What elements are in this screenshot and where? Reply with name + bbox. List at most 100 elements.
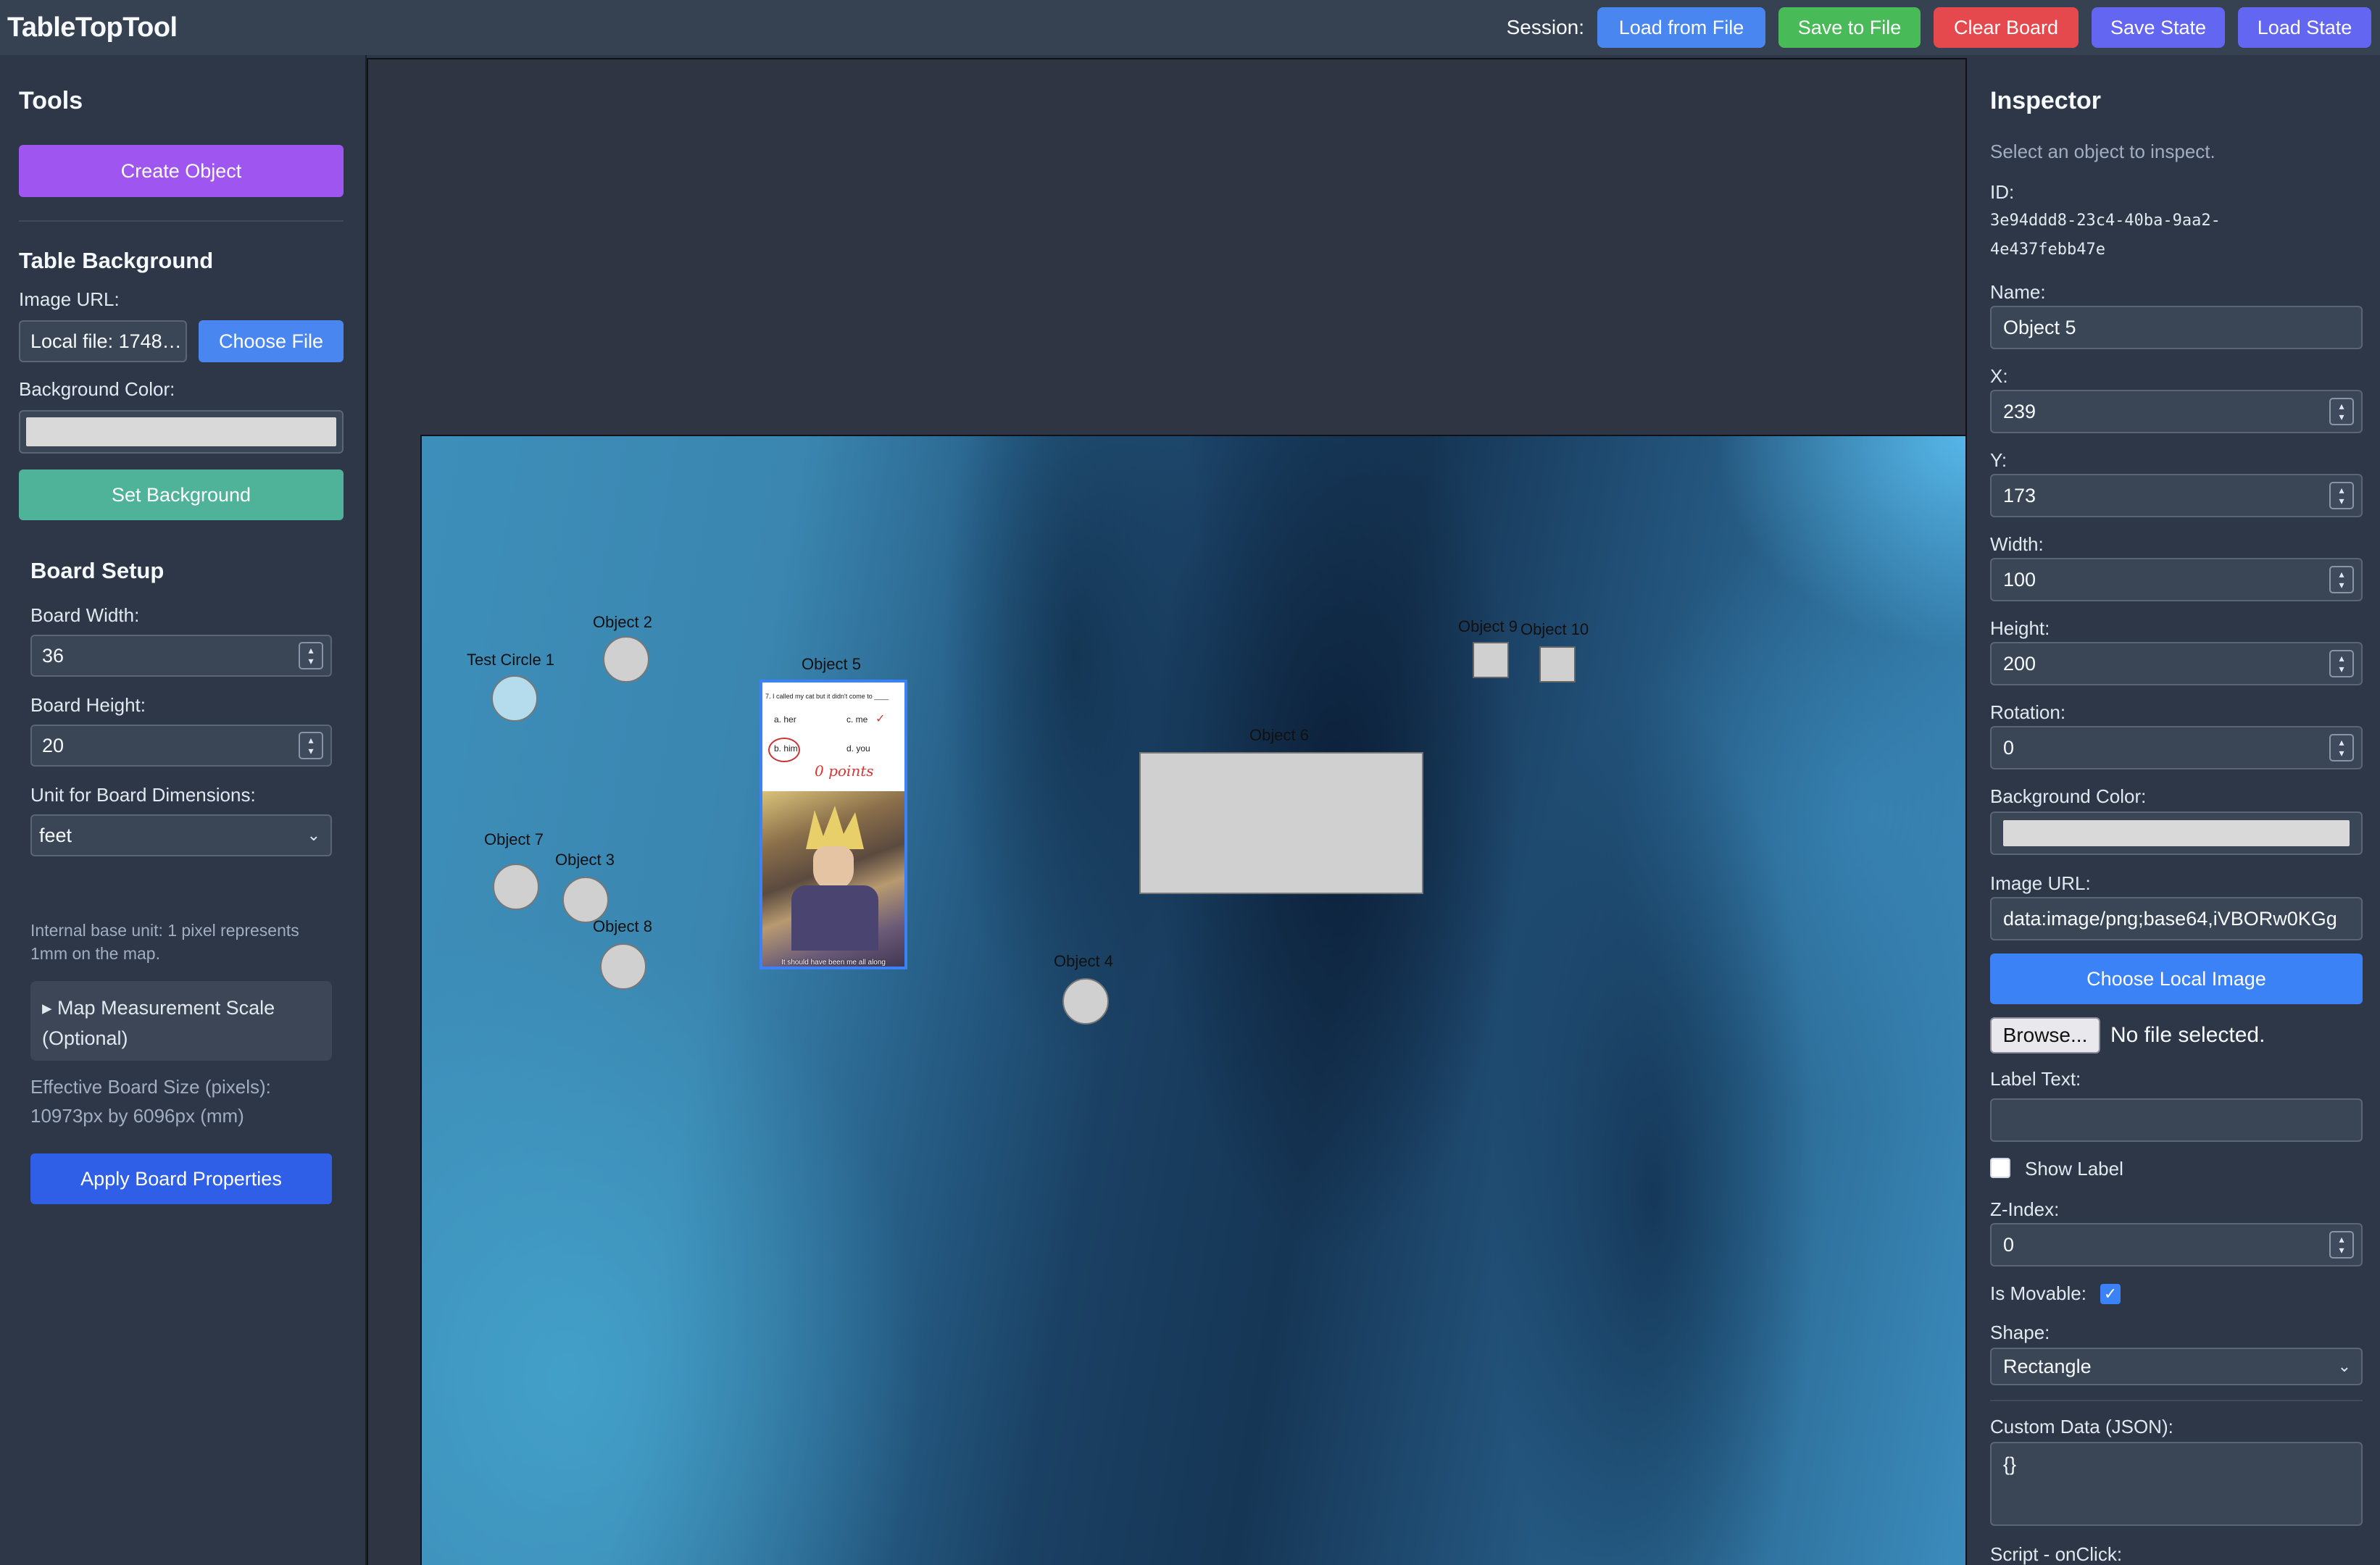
object-label: Object 10 — [1520, 620, 1589, 638]
session-controls: Session: Load from File Save to File Cle… — [1507, 7, 2371, 48]
rotation-input[interactable]: 0 ▴ ▾ — [1990, 726, 2363, 769]
object-label: Test Circle 1 — [467, 651, 555, 669]
map-measurement-scale-toggle[interactable]: ▸ Map Measurement Scale (Optional) — [30, 981, 332, 1061]
z-index-label: Z-Index: — [1990, 1198, 2060, 1220]
create-object-button[interactable]: Create Object — [19, 145, 344, 197]
load-from-file-button[interactable]: Load from File — [1597, 7, 1765, 48]
background-image-url-input[interactable]: Local file: 1748… — [19, 320, 187, 362]
width-input[interactable]: 100 ▴ ▾ — [1990, 558, 2363, 601]
board-height-value: 20 — [42, 734, 65, 756]
object-4[interactable] — [1062, 978, 1109, 1024]
tools-sidebar: Tools Create Object Table Background Ima… — [0, 55, 367, 1565]
object-bg-color-input[interactable] — [1990, 811, 2363, 855]
is-movable-label: Is Movable: — [1990, 1282, 2086, 1304]
object-3[interactable] — [562, 877, 609, 923]
board-height-input[interactable]: 20 ▴ ▾ — [30, 725, 332, 767]
apply-board-properties-button[interactable]: Apply Board Properties — [30, 1153, 332, 1204]
x-input[interactable]: 239 ▴ ▾ — [1990, 390, 2363, 433]
id-value-line-2: 4e437febb47e — [1990, 241, 2105, 259]
object-label: Object 6 — [1249, 726, 1309, 744]
z-index-input[interactable]: 0 ▴ ▾ — [1990, 1223, 2363, 1266]
object-8[interactable] — [600, 943, 646, 990]
object-image-url-input[interactable]: data:image/png;base64,iVBORw0KGg — [1990, 897, 2363, 940]
object-6[interactable] — [1139, 752, 1423, 894]
table-background-heading: Table Background — [19, 248, 214, 273]
object-label: Object 9 — [1458, 617, 1518, 635]
rotation-value: 0 — [2003, 736, 2015, 759]
quiz-option-d: d. you — [846, 743, 870, 754]
browse-button[interactable]: Browse... — [1990, 1017, 2100, 1053]
name-input[interactable]: Object 5 — [1990, 306, 2363, 349]
quiz-option-c: c. me — [846, 714, 868, 725]
anime-character-image: It should have been me all along — [762, 791, 904, 967]
save-to-file-button[interactable]: Save to File — [1778, 7, 1921, 48]
show-label-text: Show Label — [2025, 1158, 2123, 1180]
check-mark-icon: ✓ — [875, 713, 886, 725]
board-viewport[interactable]: Test Circle 1 Object 2 Object 7 Object 3… — [367, 58, 1967, 1565]
shape-select[interactable]: Rectangle ⌄ — [1990, 1348, 2363, 1385]
section-divider — [1990, 1400, 2363, 1401]
label-text-label: Label Text: — [1990, 1068, 2081, 1090]
object-5[interactable]: 7. I called my cat but it didn't come to… — [760, 680, 907, 969]
base-unit-note: Internal base unit: 1 pixel represents 1… — [30, 921, 299, 963]
background-color-input[interactable] — [19, 410, 344, 454]
image-caption: It should have been me all along — [781, 959, 886, 967]
label-text-input[interactable] — [1990, 1098, 2363, 1142]
object-bg-color-swatch — [2003, 820, 2350, 846]
height-label: Height: — [1990, 617, 2050, 639]
y-stepper[interactable]: ▴ ▾ — [2329, 482, 2354, 509]
width-stepper[interactable]: ▴ ▾ — [2329, 566, 2354, 593]
width-value: 100 — [2003, 568, 2036, 590]
board-width-stepper[interactable]: ▴ ▾ — [299, 642, 323, 669]
background-color-swatch — [26, 417, 336, 446]
y-input[interactable]: 173 ▴ ▾ — [1990, 474, 2363, 517]
clear-board-button[interactable]: Clear Board — [1934, 7, 2079, 48]
unit-select-value: feet — [39, 824, 72, 846]
load-state-button[interactable]: Load State — [2238, 7, 2371, 48]
object-label: Object 4 — [1054, 952, 1113, 970]
choose-file-button[interactable]: Choose File — [199, 320, 344, 362]
y-label: Y: — [1990, 449, 2007, 471]
quiz-option-a: a. her — [774, 714, 796, 725]
object-label: Object 8 — [593, 917, 652, 935]
game-board[interactable]: Test Circle 1 Object 2 Object 7 Object 3… — [420, 435, 1967, 1565]
chevron-down-icon: ⌄ — [307, 826, 320, 844]
id-label: ID: — [1990, 181, 2015, 203]
board-height-stepper[interactable]: ▴ ▾ — [299, 732, 323, 759]
object-label: Object 7 — [484, 830, 544, 848]
inspector-panel: Inspector Select an object to inspect. I… — [1967, 55, 2380, 1565]
object-2[interactable] — [603, 636, 649, 683]
test-circle-1[interactable] — [491, 675, 538, 722]
show-label-checkbox[interactable] — [1990, 1158, 2010, 1178]
save-state-button[interactable]: Save State — [2092, 7, 2225, 48]
unit-select[interactable]: feet ⌄ — [30, 814, 332, 856]
app-header: TableTopTool Session: Load from File Sav… — [0, 0, 2380, 55]
script-onclick-label: Script - onClick: — [1990, 1543, 2123, 1565]
object-label: Object 2 — [593, 613, 652, 631]
height-value: 200 — [2003, 652, 2036, 675]
shape-label: Shape: — [1990, 1322, 2050, 1343]
object-10[interactable] — [1539, 646, 1576, 683]
board-setup-heading: Board Setup — [30, 558, 165, 583]
object-image-url-label: Image URL: — [1990, 872, 2091, 894]
tools-heading: Tools — [19, 87, 83, 114]
is-movable-checkbox[interactable]: ✓ — [2100, 1284, 2121, 1304]
rotation-label: Rotation: — [1990, 701, 2066, 723]
height-stepper[interactable]: ▴ ▾ — [2329, 650, 2354, 677]
object-9[interactable] — [1473, 642, 1509, 678]
board-height-label: Board Height: — [30, 694, 146, 716]
session-label: Session: — [1506, 16, 1584, 38]
unit-label: Unit for Board Dimensions: — [30, 784, 256, 806]
width-label: Width: — [1990, 533, 2044, 555]
rotation-stepper[interactable]: ▴ ▾ — [2329, 734, 2354, 761]
height-input[interactable]: 200 ▴ ▾ — [1990, 642, 2363, 685]
object-7[interactable] — [493, 864, 539, 910]
x-stepper[interactable]: ▴ ▾ — [2329, 398, 2354, 425]
z-index-stepper[interactable]: ▴ ▾ — [2329, 1231, 2354, 1259]
choose-local-image-button[interactable]: Choose Local Image — [1990, 953, 2363, 1004]
set-background-button[interactable]: Set Background — [19, 470, 344, 520]
quiz-question-text: 7. I called my cat but it didn't come to… — [765, 693, 889, 700]
y-value: 173 — [2003, 484, 2036, 506]
custom-data-textarea[interactable]: {} — [1990, 1442, 2363, 1526]
board-width-input[interactable]: 36 ▴ ▾ — [30, 635, 332, 677]
